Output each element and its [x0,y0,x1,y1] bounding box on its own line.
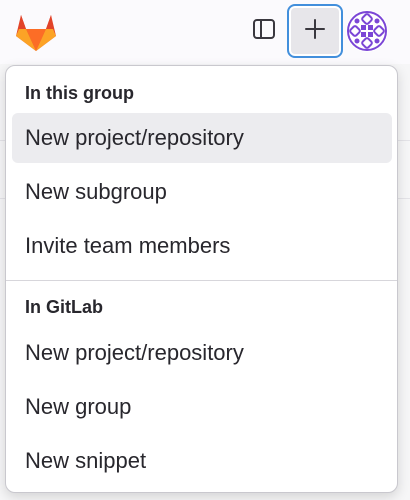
user-avatar[interactable] [346,10,388,52]
menu-item-new-subgroup[interactable]: New subgroup [12,167,392,217]
top-bar [0,0,410,64]
menu-item-new-project-gitlab[interactable]: New project/repository [12,328,392,378]
app-window: In this group New project/repository New… [0,0,410,500]
sidebar-toggle-button[interactable] [246,11,282,51]
plus-icon [303,17,327,46]
group-heading-in-gitlab: In GitLab [25,297,103,317]
gitlab-logo-icon[interactable] [12,9,60,53]
create-new-button[interactable] [287,4,343,58]
menu-item-invite-team-members[interactable]: Invite team members [12,221,392,271]
sidebar-toggle-icon [252,17,276,46]
create-new-dropdown: In this group New project/repository New… [5,65,398,493]
menu-item-new-snippet[interactable]: New snippet [12,436,392,486]
menu-divider [6,280,397,281]
group-heading-in-this-group: In this group [25,83,134,103]
menu-item-new-group[interactable]: New group [12,382,392,432]
menu-item-new-project-group[interactable]: New project/repository [12,113,392,163]
